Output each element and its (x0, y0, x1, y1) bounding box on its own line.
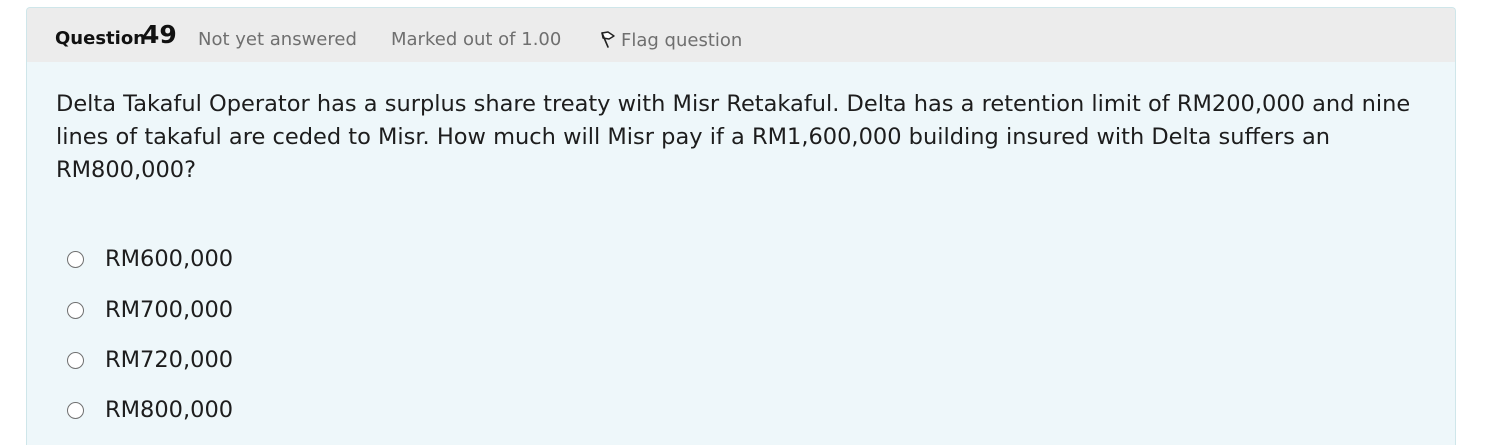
answer-label-1: RM600,000 (105, 246, 234, 272)
answer-radio-3[interactable] (67, 351, 84, 369)
question-state: Not yet answered (198, 29, 357, 50)
answer-radio-2[interactable] (67, 301, 84, 319)
flag-icon (599, 30, 617, 50)
answer-label-2: RM700,000 (105, 297, 234, 323)
question-content: Delta Takaful Operator has a surplus sha… (27, 62, 1455, 445)
answer-option-4[interactable]: RM800,000 (67, 397, 233, 423)
flag-question-button[interactable]: Flag question (599, 26, 742, 54)
answer-option-1[interactable]: RM600,000 (67, 246, 233, 272)
answer-radio-1[interactable] (67, 250, 84, 268)
question-grade: Marked out of 1.00 (391, 29, 562, 50)
answer-label-4: RM800,000 (105, 397, 234, 423)
question-label: Question (55, 28, 146, 49)
question-number: 49 (142, 20, 177, 49)
flag-question-label: Flag question (621, 29, 743, 51)
answer-option-3[interactable]: RM720,000 (67, 347, 233, 373)
question-text: Delta Takaful Operator has a surplus sha… (56, 91, 1411, 183)
answer-radio-4[interactable] (67, 401, 84, 419)
answer-option-2[interactable]: RM700,000 (67, 297, 233, 323)
question-card: Question 49 Not yet answered Marked out … (26, 7, 1456, 445)
question-info-bar: Question 49 Not yet answered Marked out … (27, 8, 1455, 62)
answer-label-3: RM720,000 (105, 347, 234, 373)
